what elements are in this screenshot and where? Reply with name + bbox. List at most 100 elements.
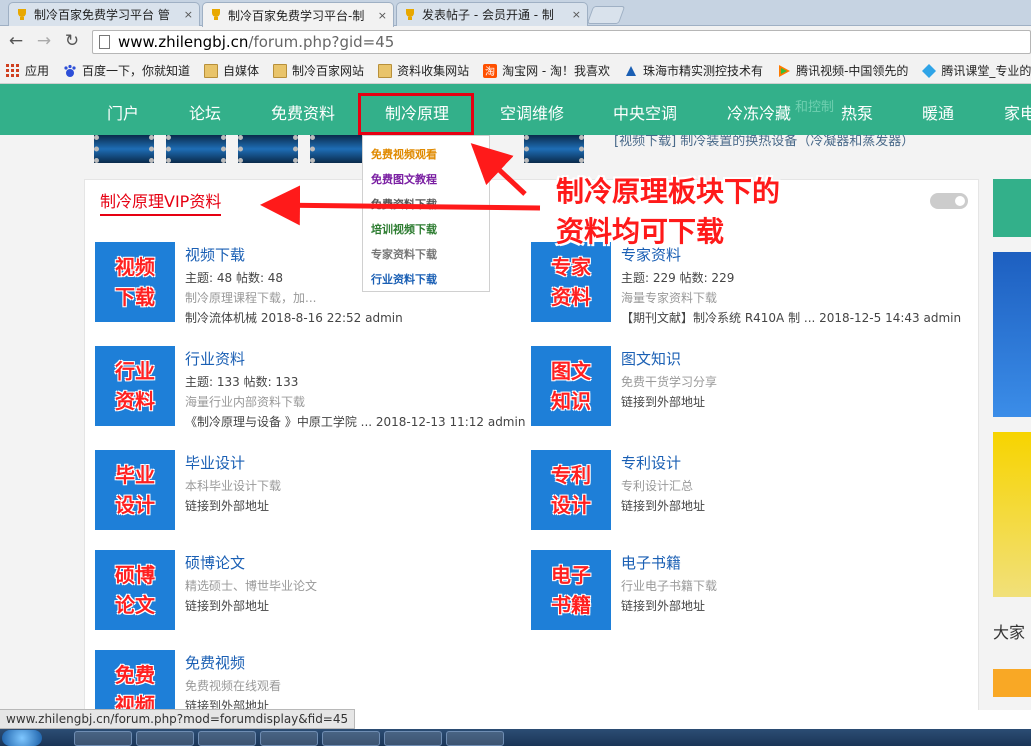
video-thumbnail[interactable] — [166, 135, 226, 163]
os-taskbar — [0, 729, 1031, 746]
trophy-icon — [406, 8, 414, 20]
forum-last-post[interactable]: 《制冷原理与设备 》中原工学院 ... 2018-12-13 11:12 adm… — [185, 413, 525, 430]
forum-description: 免费视频在线观看 — [185, 679, 282, 693]
nav-ac-repair[interactable]: 空调维修 — [500, 100, 564, 124]
close-icon[interactable]: × — [378, 9, 387, 22]
forum-external-link[interactable]: 链接到外部地址 — [621, 497, 705, 514]
forum-icon[interactable]: 硕博 论文 — [95, 550, 175, 630]
browser-tab-2[interactable]: 制冷百家免费学习平台-制 × — [202, 2, 394, 27]
start-button[interactable] — [2, 730, 42, 746]
forum-description: 制冷原理课程下载，加... — [185, 291, 317, 305]
ad-banner[interactable] — [993, 252, 1031, 417]
forum-icon[interactable]: 图文 知识 — [531, 346, 611, 426]
forum-title[interactable]: 行业资料 — [185, 348, 245, 369]
forum-external-link[interactable]: 链接到外部地址 — [621, 393, 705, 410]
annotation-line: 制冷原理板块下的 — [556, 175, 781, 208]
taskbar-app[interactable] — [198, 731, 256, 746]
nav-appliance[interactable]: 家电 — [1004, 100, 1031, 124]
forum-title[interactable]: 毕业设计 — [185, 452, 245, 473]
bookmark-folder-media[interactable]: 自媒体 — [204, 62, 259, 79]
bookmark-label: 淘宝网 - 淘！我喜欢 — [502, 64, 611, 78]
taskbar-pdf[interactable] — [136, 731, 194, 746]
forum-description: 专利设计汇总 — [621, 479, 694, 493]
forum-external-link[interactable]: 链接到外部地址 — [621, 597, 705, 614]
new-tab-button[interactable] — [586, 6, 626, 24]
folder-icon — [378, 63, 393, 78]
taobao-icon: 淘 — [483, 63, 498, 78]
section-title[interactable]: 制冷原理VIP资料 — [100, 188, 222, 216]
taskbar-wechat[interactable] — [446, 731, 504, 746]
forum-last-post[interactable]: 【期刊文献】制冷系统 R410A 制 ... 2018-12-5 14:43 a… — [621, 309, 961, 326]
forum-title[interactable]: 视频下载 — [185, 244, 245, 265]
forum-icon-text: 设计 — [551, 493, 591, 517]
sidebar-tag[interactable] — [993, 669, 1031, 697]
forum-title[interactable]: 专利设计 — [621, 452, 681, 473]
video-thumbnail[interactable] — [94, 135, 154, 163]
bookmark-label: 腾讯视频-中国领先的 — [796, 64, 909, 78]
dropdown-item-free-tutorial[interactable]: 免费图文教程 — [371, 171, 437, 187]
nav-portal[interactable]: 门户 — [107, 100, 139, 124]
forum-title[interactable]: 硕博论文 — [185, 552, 245, 573]
bookmark-tencent-classroom[interactable]: 腾讯课堂_专业的 — [922, 62, 1031, 79]
nav-heat-pump[interactable]: 热泵 — [841, 100, 873, 124]
bookmark-tencent-video[interactable]: 腾讯视频-中国领先的 — [777, 62, 908, 79]
forum-title[interactable]: 图文知识 — [621, 348, 681, 369]
nav-free-materials[interactable]: 免费资料 — [271, 100, 335, 124]
bookmark-label: 腾讯课堂_专业的 — [941, 64, 1031, 78]
bookmark-apps[interactable]: 应用 — [6, 62, 49, 79]
forum-external-link[interactable]: 链接到外部地址 — [185, 497, 269, 514]
bookmark-taobao[interactable]: 淘 淘宝网 - 淘！我喜欢 — [483, 62, 610, 79]
dropdown-item-industry-materials[interactable]: 行业资料下载 — [371, 271, 437, 287]
ad-banner[interactable] — [993, 432, 1031, 597]
forum-icon[interactable]: 行业 资料 — [95, 346, 175, 426]
browser-tab-3[interactable]: 发表帖子 - 会员开通 - 制 × — [396, 2, 588, 26]
video-thumbnail[interactable] — [238, 135, 298, 163]
nav-forum[interactable]: 论坛 — [189, 100, 221, 124]
page-icon — [99, 35, 110, 49]
bookmark-zhuhai[interactable]: 珠海市精实测控技术有 — [624, 62, 763, 79]
bookmark-folder-collect[interactable]: 资料收集网站 — [378, 62, 469, 79]
forum-panel: 制冷原理VIP资料 视频 下载 视频下载 主题: 48 帖数: 48 制冷原理课程… — [84, 179, 979, 710]
browser-tab-1[interactable]: 制冷百家免费学习平台 管 × — [8, 2, 200, 26]
back-icon[interactable]: ← — [6, 31, 26, 51]
forum-icon[interactable]: 专利 设计 — [531, 450, 611, 530]
reload-icon[interactable]: ↻ — [62, 31, 82, 51]
forward-icon[interactable]: → — [34, 31, 54, 51]
taskbar-explorer[interactable] — [322, 731, 380, 746]
close-icon[interactable]: × — [572, 8, 581, 21]
address-bar[interactable]: www.zhilengbj.cn/forum.php?gid=45 — [92, 30, 1031, 54]
forum-icon[interactable]: 视频 下载 — [95, 242, 175, 322]
nav-central-ac[interactable]: 中央空调 — [613, 100, 677, 124]
forum-icon[interactable]: 电子 书籍 — [531, 550, 611, 630]
forum-icon[interactable]: 专家 资料 — [531, 242, 611, 322]
forum-external-link[interactable]: 链接到外部地址 — [185, 597, 269, 614]
collapse-toggle[interactable] — [930, 193, 968, 209]
nav-hvac[interactable]: 暖通 — [922, 100, 954, 124]
video-thumbnail[interactable] — [310, 135, 370, 163]
forum-title[interactable]: 免费视频 — [185, 652, 245, 673]
forum-icon[interactable]: 免费 视频 — [95, 650, 175, 710]
forum-title[interactable]: 电子书籍 — [621, 552, 681, 573]
forum-icon[interactable]: 毕业 设计 — [95, 450, 175, 530]
close-icon[interactable]: × — [184, 8, 193, 21]
forum-stats: 主题: 133 帖数: 133 — [185, 375, 299, 389]
bookmarks-bar: 应用 百度一下，你就知道 自媒体 制冷百家网站 资料收集网站 淘 淘宝网 - 淘… — [0, 58, 1031, 84]
nav-cold-storage[interactable]: 冷冻冷藏 — [727, 100, 791, 124]
dropdown-item-training-video[interactable]: 培训视频下载 — [371, 221, 437, 237]
video-thumbnail[interactable] — [524, 135, 584, 163]
taskbar-chrome[interactable] — [384, 731, 442, 746]
dropdown-item-free-video[interactable]: 免费视频观看 — [371, 146, 437, 162]
forum-icon-text: 书籍 — [551, 593, 591, 617]
dropdown-item-free-download[interactable]: 免费资料下载 — [371, 196, 437, 212]
forum-stats: 主题: 48 帖数: 48 — [185, 271, 284, 285]
forum-icon-text: 资料 — [115, 389, 155, 413]
bookmark-folder-sites[interactable]: 制冷百家网站 — [273, 62, 364, 79]
sidebar-widget[interactable] — [993, 179, 1031, 237]
forum-last-post[interactable]: 制冷流体机械 2018-8-16 22:52 admin — [185, 309, 403, 326]
taskbar-excel[interactable] — [74, 731, 132, 746]
taskbar-paint[interactable] — [260, 731, 318, 746]
tab-label: 发表帖子 - 会员开通 - 制 — [422, 8, 554, 22]
dropdown-item-expert-materials[interactable]: 专家资料下载 — [371, 246, 437, 262]
forum-icon-text: 视频 — [115, 255, 155, 279]
bookmark-baidu[interactable]: 百度一下，你就知道 — [63, 62, 190, 79]
